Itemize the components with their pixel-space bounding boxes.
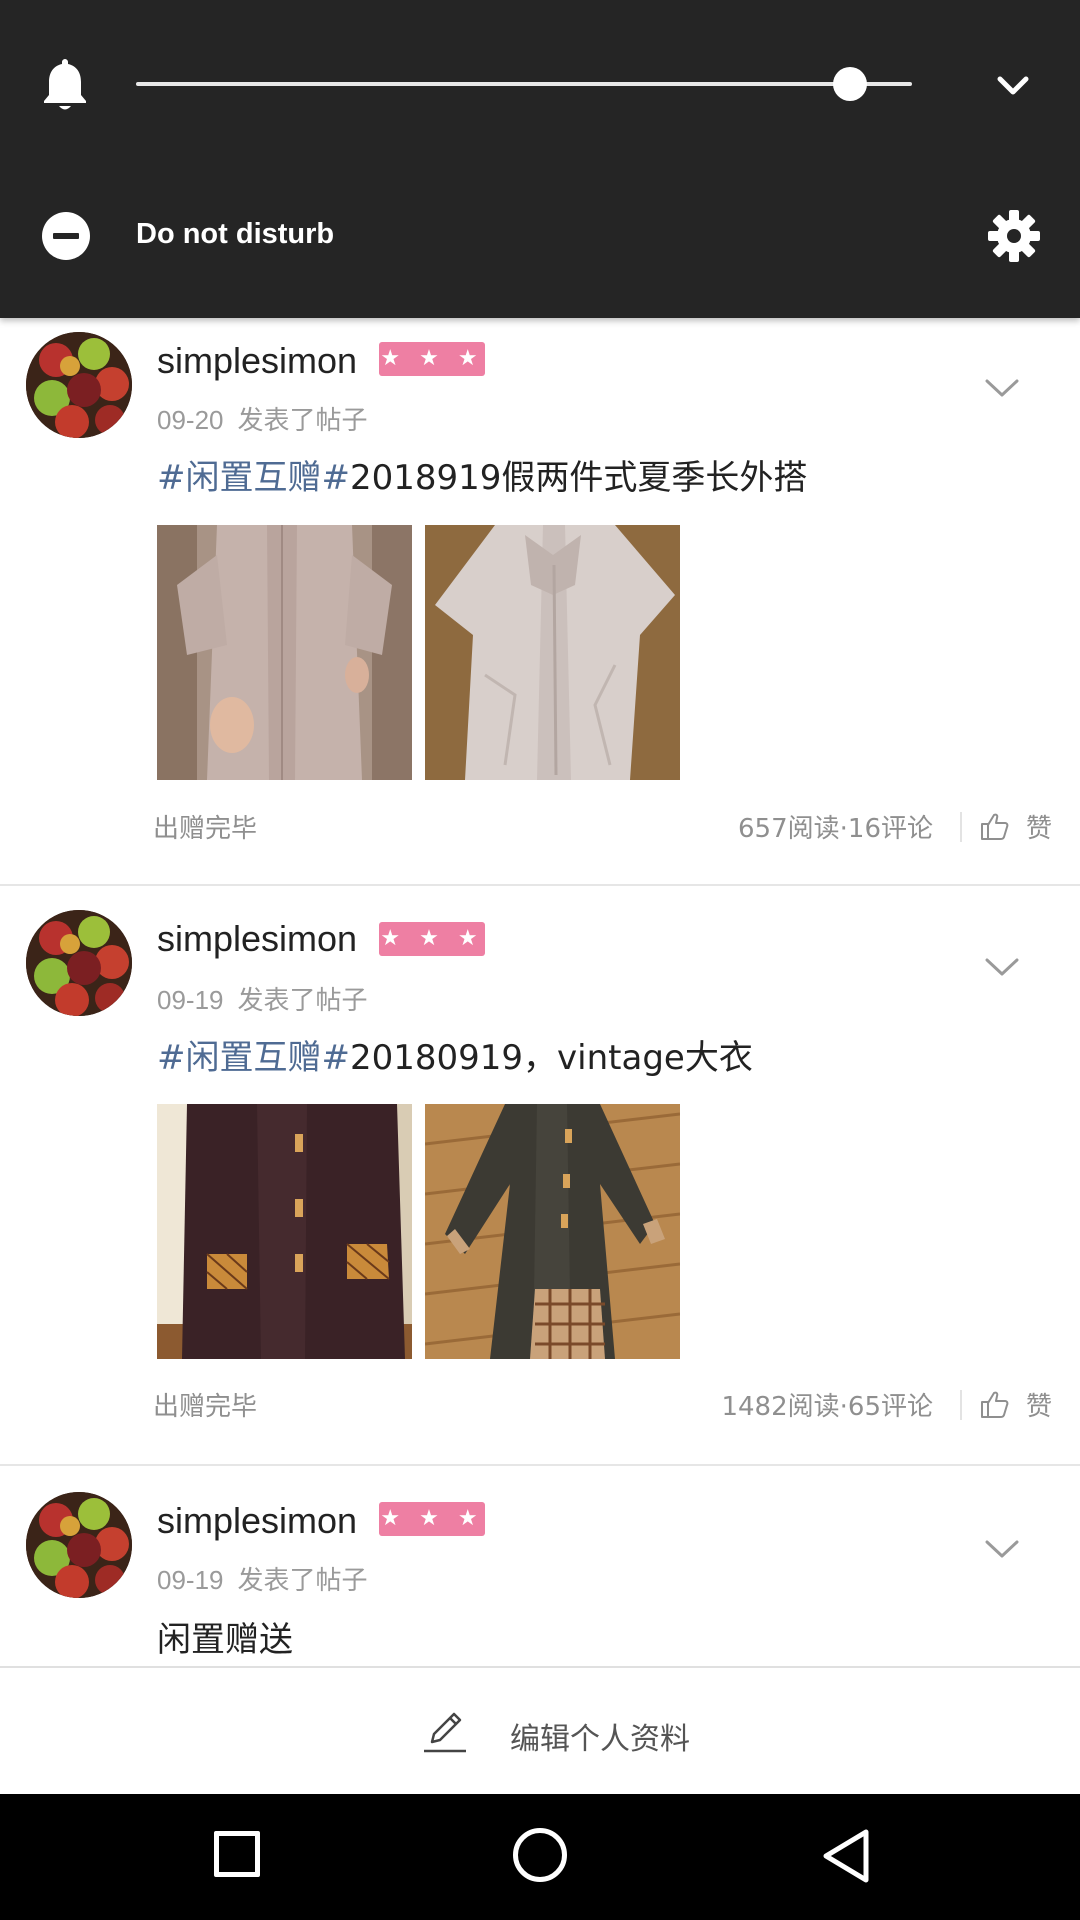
system-nav-bar bbox=[0, 1794, 1080, 1920]
post-image[interactable] bbox=[157, 525, 412, 780]
level-badge: ★ ★ ★ bbox=[379, 342, 485, 376]
volume-slider-track[interactable] bbox=[136, 82, 912, 86]
post-meta: 09-19 发表了帖子 bbox=[157, 1560, 368, 1597]
post-image[interactable] bbox=[425, 1104, 680, 1359]
post-date: 09-19 bbox=[157, 985, 224, 1015]
gear-icon[interactable] bbox=[986, 208, 1042, 264]
avatar[interactable] bbox=[26, 332, 132, 438]
post-action: 发表了帖子 bbox=[237, 1566, 368, 1596]
bell-icon[interactable] bbox=[40, 55, 90, 115]
edit-profile-label: 编辑个人资料 bbox=[510, 1722, 690, 1757]
home-button[interactable] bbox=[513, 1828, 567, 1882]
like-label[interactable]: 赞 bbox=[1026, 1386, 1052, 1423]
like-label[interactable]: 赞 bbox=[1026, 808, 1052, 845]
post-meta: 09-19 发表了帖子 bbox=[157, 980, 368, 1017]
post-image[interactable] bbox=[425, 525, 680, 780]
post-image[interactable] bbox=[157, 1104, 412, 1359]
feed-post[interactable]: simplesimon ★ ★ ★ 09-20 发表了帖子 #闲置互赠#20189… bbox=[0, 318, 1080, 885]
back-triangle-icon[interactable] bbox=[818, 1826, 874, 1886]
post-action: 发表了帖子 bbox=[237, 406, 368, 436]
feed-post[interactable]: simplesimon ★ ★ ★ 09-19 发表了帖子 #闲置互赠#20180… bbox=[0, 886, 1080, 1464]
post-stats: 657阅读·16评论 bbox=[738, 814, 933, 844]
avatar[interactable] bbox=[26, 1492, 132, 1598]
post-status: 出赠完毕 bbox=[153, 814, 258, 844]
post-action: 发表了帖子 bbox=[237, 986, 368, 1016]
post-stats: 1482阅读·65评论 bbox=[721, 1392, 933, 1422]
hashtag-link[interactable]: #闲置互赠# bbox=[157, 1038, 350, 1078]
pencil-icon bbox=[424, 1712, 466, 1753]
post-date: 09-20 bbox=[157, 405, 224, 435]
avatar[interactable] bbox=[26, 910, 132, 1016]
post-meta: 09-20 发表了帖子 bbox=[157, 400, 368, 437]
hashtag-link[interactable]: #闲置互赠# bbox=[157, 458, 350, 498]
post-title-text: 2018919假两件式夏季长外搭 bbox=[349, 458, 808, 498]
level-badge: ★ ★ ★ bbox=[379, 922, 485, 956]
username[interactable]: simplesimon bbox=[157, 918, 357, 960]
divider bbox=[960, 812, 962, 842]
chevron-down-icon[interactable] bbox=[984, 1538, 1020, 1560]
recents-button[interactable] bbox=[214, 1831, 260, 1877]
post-title-text: 20180919，vintage大衣 bbox=[349, 1038, 753, 1078]
do-not-disturb-icon[interactable] bbox=[42, 212, 90, 260]
chevron-down-icon[interactable] bbox=[984, 956, 1020, 978]
chevron-down-icon[interactable] bbox=[984, 377, 1020, 399]
username[interactable]: simplesimon bbox=[157, 1500, 357, 1542]
post-date: 09-19 bbox=[157, 1565, 224, 1595]
volume-slider-thumb[interactable] bbox=[832, 67, 867, 101]
divider bbox=[960, 1390, 962, 1420]
post-title[interactable]: 闲置赠送 bbox=[157, 1612, 293, 1661]
username[interactable]: simplesimon bbox=[157, 340, 357, 382]
feed-post[interactable]: simplesimon ★ ★ ★ 09-19 发表了帖子 闲置赠送 bbox=[0, 1466, 1080, 1666]
notification-shade: Do not disturb bbox=[0, 0, 1080, 318]
level-badge: ★ ★ ★ bbox=[379, 1502, 485, 1536]
chevron-down-icon[interactable] bbox=[995, 70, 1031, 100]
post-status: 出赠完毕 bbox=[153, 1392, 258, 1422]
do-not-disturb-label[interactable]: Do not disturb bbox=[136, 218, 334, 251]
app-screen: Do not disturb simplesimon ★ ★ ★ 09-20 发… bbox=[0, 0, 1080, 1920]
edit-profile-button[interactable]: 编辑个人资料 bbox=[0, 1666, 1080, 1794]
post-title[interactable]: #闲置互赠#2018919假两件式夏季长外搭 bbox=[157, 450, 807, 499]
thumbs-up-icon[interactable] bbox=[978, 1388, 1010, 1420]
thumbs-up-icon[interactable] bbox=[978, 810, 1010, 842]
post-title[interactable]: #闲置互赠#20180919，vintage大衣 bbox=[157, 1030, 753, 1079]
